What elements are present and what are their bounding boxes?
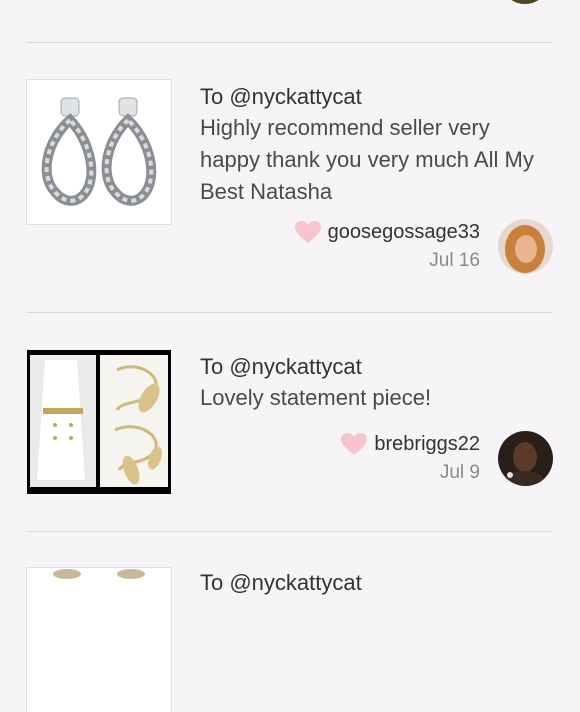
divider xyxy=(27,312,553,313)
review-meta: goosegossage33 Jul 16 xyxy=(294,220,480,272)
avatar[interactable] xyxy=(498,219,553,274)
review-recipient[interactable]: To @nyckattycat xyxy=(200,354,362,380)
review-message: Lovely statement piece! xyxy=(200,385,432,410)
product-thumbnail[interactable] xyxy=(27,568,171,712)
divider xyxy=(27,42,553,43)
review-recipient[interactable]: To @nyckattycat xyxy=(200,570,362,596)
divider xyxy=(27,531,553,532)
heart-icon xyxy=(341,433,368,455)
product-thumbnail-earrings[interactable] xyxy=(27,80,171,224)
reviewer-username[interactable]: brebriggs22 xyxy=(374,433,480,456)
reviewer-username[interactable]: goosegossage33 xyxy=(328,221,480,244)
review-recipient[interactable]: To @nyckattycat xyxy=(200,84,362,110)
review-message: Highly recommend seller very happy thank… xyxy=(200,115,534,204)
review-date: Jul 9 xyxy=(439,462,480,483)
product-thumbnail-belt[interactable] xyxy=(27,350,171,494)
heart-icon xyxy=(294,221,321,243)
review-date: Jul 16 xyxy=(429,250,480,271)
review-meta: brebriggs22 Jul 9 xyxy=(340,432,480,484)
avatar[interactable] xyxy=(504,0,546,4)
avatar[interactable] xyxy=(498,431,553,486)
